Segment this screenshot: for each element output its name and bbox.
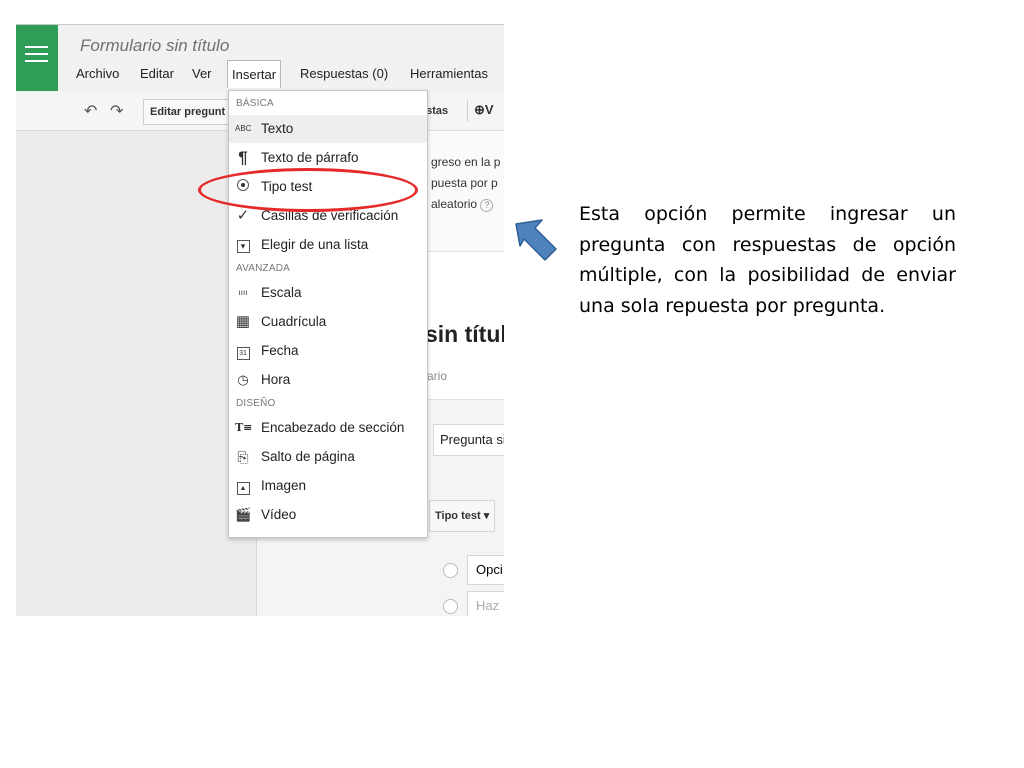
option-1-radio xyxy=(443,563,458,578)
menu-respuestas[interactable]: Respuestas (0) xyxy=(296,63,392,85)
question-title-field[interactable]: Pregunta si xyxy=(433,424,504,456)
section-header-diseno: DISEÑO xyxy=(236,398,276,409)
section-header-avanzada: AVANZADA xyxy=(236,263,291,274)
menu-item-label: Salto de página xyxy=(261,449,355,464)
menu-item-imagen[interactable]: ▲ Imagen xyxy=(229,472,427,500)
question-type-label: Tipo test xyxy=(435,510,481,522)
view-live-form-button[interactable]: ⊕V xyxy=(474,102,494,118)
menu-item-elegir-lista[interactable]: ▾ Elegir de una lista xyxy=(229,231,427,259)
insert-dropdown-menu: BÁSICA ABC Texto ¶ Texto de párrafo Tipo… xyxy=(228,90,428,538)
grid-icon: ▦ xyxy=(235,313,251,330)
menu-item-label: Hora xyxy=(261,372,291,387)
menu-item-label: Fecha xyxy=(261,343,299,358)
explanation-text: Esta opción permite ingresar un pregunta… xyxy=(579,203,956,317)
menu-item-fecha[interactable]: 31 Fecha xyxy=(229,337,427,365)
form-title[interactable]: Formulario sin título xyxy=(80,36,229,56)
menu-item-label: Encabezado de sección xyxy=(261,420,405,435)
scale-icon: ıııı xyxy=(238,288,248,297)
menu-insertar[interactable]: Insertar xyxy=(227,60,282,88)
menu-item-encabezado[interactable]: T≡ Encabezado de sección xyxy=(229,414,427,442)
undo-icon[interactable]: ↶ xyxy=(84,101,97,121)
section-header-basica: BÁSICA xyxy=(236,98,274,109)
menu-item-label: Texto de párrafo xyxy=(261,150,359,165)
globe-icon: ⊕ xyxy=(474,102,485,117)
menu-editar[interactable]: Editar xyxy=(136,63,178,85)
page-break-icon: ⎘ xyxy=(237,449,249,465)
menu-item-label: Texto xyxy=(261,121,294,136)
checkmark-icon: ✓ xyxy=(236,207,250,224)
view-live-label: V xyxy=(484,102,494,117)
option-1-field[interactable]: Opci xyxy=(467,555,504,585)
option-2-radio xyxy=(443,599,458,614)
menu-list-icon xyxy=(26,46,48,62)
help-icon[interactable]: ? xyxy=(480,199,494,212)
menu-item-video[interactable]: 🎬 Vídeo xyxy=(229,501,427,529)
highlight-ellipse xyxy=(198,168,418,212)
video-icon: 🎬 xyxy=(235,507,252,522)
forms-logo[interactable] xyxy=(16,25,58,91)
menu-item-label: Escala xyxy=(261,285,302,300)
clock-icon: ◷ xyxy=(237,372,249,387)
abc-icon: ABC xyxy=(235,124,252,133)
settings-line-1: greso en la p xyxy=(431,155,501,169)
redo-icon[interactable]: ↷ xyxy=(110,101,123,121)
chevron-down-icon: ▾ xyxy=(483,510,490,522)
toolbar-divider xyxy=(467,100,468,122)
question-type-dropdown[interactable]: Tipo test ▾ xyxy=(429,500,496,532)
menu-item-label: Vídeo xyxy=(261,507,297,522)
pointer-arrow-icon xyxy=(515,219,557,261)
document-title[interactable]: sin títul xyxy=(425,321,504,348)
menu-herramientas[interactable]: Herramientas xyxy=(406,63,492,85)
document-description[interactable]: ario xyxy=(427,369,447,383)
menu-ver[interactable]: Ver xyxy=(188,63,216,85)
settings-line-3: aleatorio ? xyxy=(431,197,494,212)
edit-questions-button[interactable]: Editar pregunt xyxy=(143,99,237,125)
calendar-icon: 31 xyxy=(235,343,251,360)
menu-item-salto-pagina[interactable]: ⎘ Salto de página xyxy=(229,443,427,471)
menu-item-label: Cuadrícula xyxy=(261,314,327,329)
menu-item-label: Elegir de una lista xyxy=(261,237,369,252)
add-option-field[interactable]: Haz xyxy=(467,591,504,616)
settings-line-2: puesta por p xyxy=(431,176,498,190)
paragraph-icon: ¶ xyxy=(238,148,248,167)
dropdown-icon: ▾ xyxy=(235,237,251,253)
menu-item-hora[interactable]: ◷ Hora xyxy=(229,366,427,394)
settings-line-3-label: aleatorio xyxy=(431,197,478,211)
menu-item-escala[interactable]: ıııı Escala xyxy=(229,279,427,307)
image-icon: ▲ xyxy=(235,478,251,495)
menu-item-cuadricula[interactable]: ▦ Cuadrícula xyxy=(229,308,427,336)
menu-item-texto[interactable]: ABC Texto xyxy=(229,115,427,143)
section-header-icon: T≡ xyxy=(235,421,253,434)
menu-archivo[interactable]: Archivo xyxy=(72,63,123,85)
menu-item-label: Imagen xyxy=(261,478,307,493)
app-header: Formulario sin título Archivo Editar Ver… xyxy=(16,25,504,93)
